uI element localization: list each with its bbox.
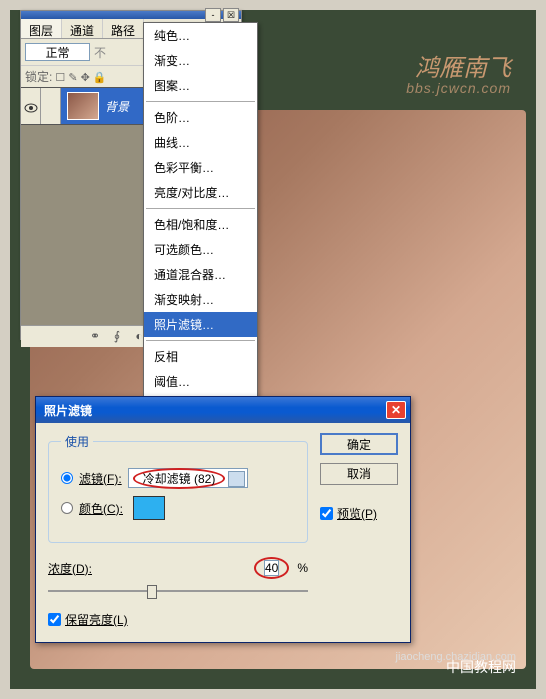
density-input[interactable]: 40 xyxy=(264,560,279,576)
close-icon[interactable]: ✕ xyxy=(386,401,406,419)
watermark-signature: 鸿雁南飞 xyxy=(415,48,511,83)
preserve-luminosity-checkbox[interactable] xyxy=(48,613,61,626)
menu-curves[interactable]: 曲线… xyxy=(144,130,257,155)
menu-pattern[interactable]: 图案… xyxy=(144,73,257,98)
tab-layers[interactable]: 图层 xyxy=(21,19,62,38)
use-legend: 使用 xyxy=(61,433,93,450)
menu-selective-color[interactable]: 可选颜色… xyxy=(144,237,257,262)
menu-gradient-map[interactable]: 渐变映射… xyxy=(144,287,257,312)
lock-label: 锁定: xyxy=(25,70,52,84)
density-slider[interactable] xyxy=(48,583,308,599)
filter-label: 滤镜(F): xyxy=(79,470,122,487)
layer-name[interactable]: 背景 xyxy=(105,98,129,115)
menu-photo-filter[interactable]: 照片滤镜… xyxy=(144,312,257,337)
slider-thumb[interactable] xyxy=(147,585,157,599)
dialog-titlebar[interactable]: 照片滤镜 ✕ xyxy=(36,397,410,423)
tab-paths[interactable]: 路径 xyxy=(103,19,144,38)
filter-value: 冷却滤镜 (82) xyxy=(133,468,226,489)
preview-checkbox[interactable] xyxy=(320,507,333,520)
link-icon[interactable]: ⚭ xyxy=(87,329,103,345)
menu-solid-color[interactable]: 纯色… xyxy=(144,23,257,48)
filter-radio[interactable] xyxy=(61,472,73,484)
filter-select[interactable]: 冷却滤镜 (82) xyxy=(128,468,248,488)
tab-channels[interactable]: 通道 xyxy=(62,19,103,38)
menu-channel-mixer[interactable]: 通道混合器… xyxy=(144,262,257,287)
photo-filter-dialog: 照片滤镜 ✕ 使用 滤镜(F): 冷却滤镜 (82) 颜色(C): xyxy=(35,396,411,643)
color-radio[interactable] xyxy=(61,502,73,514)
opacity-label: 不 xyxy=(94,44,106,61)
cancel-button[interactable]: 取消 xyxy=(320,463,398,485)
dialog-title: 照片滤镜 xyxy=(40,402,386,419)
menu-invert[interactable]: 反相 xyxy=(144,344,257,369)
layers-titlebar[interactable]: - ☒ xyxy=(21,11,241,19)
menu-color-balance[interactable]: 色彩平衡… xyxy=(144,155,257,180)
watermark-site: 中国教程网 xyxy=(446,657,516,677)
fx-icon[interactable]: ∮ xyxy=(109,329,125,345)
menu-threshold[interactable]: 阈值… xyxy=(144,369,257,394)
color-label: 颜色(C): xyxy=(79,500,123,517)
menu-hue-saturation[interactable]: 色相/饱和度… xyxy=(144,212,257,237)
density-unit: % xyxy=(297,561,308,575)
visibility-eye-icon[interactable] xyxy=(21,88,41,124)
menu-brightness-contrast[interactable]: 亮度/对比度… xyxy=(144,180,257,205)
layer-link-cell[interactable] xyxy=(41,88,61,124)
preview-label: 预览(P) xyxy=(337,505,377,522)
layer-thumbnail[interactable] xyxy=(67,92,99,120)
density-label: 浓度(D): xyxy=(48,560,92,577)
menu-gradient[interactable]: 渐变… xyxy=(144,48,257,73)
color-swatch[interactable] xyxy=(133,496,165,520)
menu-levels[interactable]: 色阶… xyxy=(144,105,257,130)
adjustment-menu: 纯色… 渐变… 图案… 色阶… 曲线… 色彩平衡… 亮度/对比度… 色相/饱和度… xyxy=(143,22,258,420)
blend-mode-select[interactable]: 正常 xyxy=(25,43,90,61)
preserve-label: 保留亮度(L) xyxy=(65,611,128,628)
watermark-url: bbs.jcwcn.com xyxy=(406,80,511,96)
ok-button[interactable]: 确定 xyxy=(320,433,398,455)
